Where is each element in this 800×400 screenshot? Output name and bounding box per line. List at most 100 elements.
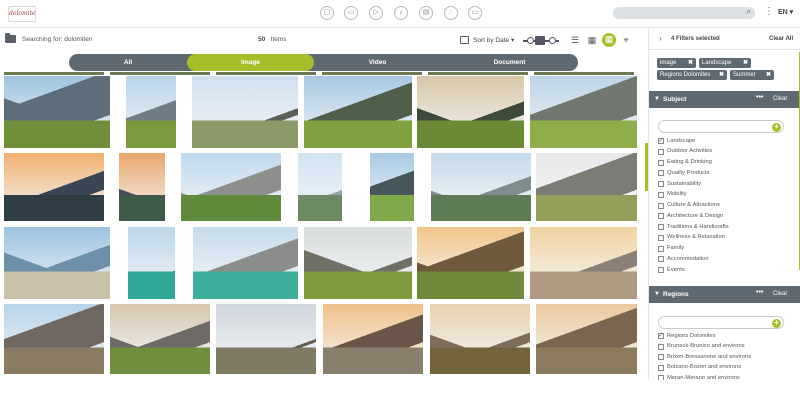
image-thumbnail[interactable] xyxy=(530,227,637,299)
subject-section-header[interactable]: ▼ Subject ••• Clear xyxy=(649,91,800,108)
option-label: Eating & Drinking xyxy=(667,159,712,165)
calendar-icon[interactable] xyxy=(460,36,469,44)
filter-chip-regions-dolomites[interactable]: Regions Dolomites ✖ xyxy=(657,70,727,80)
option-label: Brixen-Bressanone and environs xyxy=(667,353,752,360)
checkbox[interactable] xyxy=(658,354,664,360)
video-icon[interactable]: ▷ xyxy=(369,6,383,20)
brand-logo[interactable]: dolomiten xyxy=(8,6,36,22)
checkbox[interactable] xyxy=(658,159,664,166)
audio-icon[interactable]: ♪ xyxy=(394,6,408,20)
checkbox[interactable] xyxy=(658,343,664,350)
tab-all[interactable]: All xyxy=(69,54,187,71)
app-window: dolomiten ▢ ▭ ▷ ♪ ▤ ◌ ▭ ⌕ ⋮ EN ▾ Searchi… xyxy=(0,0,800,380)
tab-video[interactable]: Video xyxy=(314,54,441,71)
checkbox[interactable] xyxy=(658,202,664,209)
regions-section-header[interactable]: ▼ Regions ••• Clear xyxy=(649,286,800,303)
regions-search-input[interactable]: + xyxy=(658,316,784,329)
mosaic-view-icon[interactable]: ▦ xyxy=(602,33,616,47)
image-thumbnail[interactable] xyxy=(536,304,637,374)
folder-icon[interactable]: ▭ xyxy=(468,6,482,20)
image-thumbnail[interactable] xyxy=(192,76,298,148)
collapse-panel-icon[interactable]: › xyxy=(659,34,662,43)
filter-panel: › 4 Filters selected Clear All image ✖ La… xyxy=(648,28,800,380)
image-thumbnail[interactable] xyxy=(530,76,637,148)
checkbox[interactable] xyxy=(658,234,664,241)
image-thumbnail[interactable] xyxy=(430,304,530,374)
search-icon[interactable]: ⌕ xyxy=(746,6,751,17)
image-thumbnail[interactable] xyxy=(417,76,524,148)
clear-all-button[interactable]: Clear All xyxy=(769,36,793,42)
image-thumbnail[interactable] xyxy=(216,304,316,374)
checkbox[interactable] xyxy=(658,245,664,252)
thumbnail-size-slider[interactable] xyxy=(523,36,559,45)
home-icon[interactable]: ▢ xyxy=(320,6,334,20)
image-thumbnail[interactable] xyxy=(417,227,524,299)
option-label: Architecture & Design xyxy=(667,212,724,219)
global-search-input[interactable]: ⌕ xyxy=(613,6,755,19)
add-icon[interactable]: + xyxy=(772,122,781,132)
image-thumbnail[interactable] xyxy=(431,153,531,221)
option-label: Culture & Attractions xyxy=(667,202,720,208)
checkbox[interactable] xyxy=(658,364,664,371)
checkbox[interactable] xyxy=(658,191,664,198)
option-label: Wellness & Relaxation xyxy=(667,234,725,241)
option-label: Quality Products xyxy=(667,169,710,176)
checkbox[interactable] xyxy=(658,267,664,273)
filter-panel-header: › 4 Filters selected Clear All xyxy=(649,28,800,50)
more-options-icon[interactable]: ••• xyxy=(756,94,763,101)
image-thumbnail[interactable] xyxy=(4,153,104,221)
image-thumbnail[interactable] xyxy=(119,153,165,221)
image-thumbnail[interactable] xyxy=(298,153,342,221)
image-thumbnail[interactable] xyxy=(4,304,104,374)
checkbox[interactable] xyxy=(658,332,664,339)
option-label: Family xyxy=(667,245,685,251)
option-label: Outdoor Activities xyxy=(667,148,713,155)
subject-clear-button[interactable]: Clear xyxy=(773,96,787,102)
media-type-tabs: All Image Video Document xyxy=(69,54,578,71)
document-icon[interactable]: ▤ xyxy=(419,6,433,20)
filter-chip-landscape[interactable]: Landscape ✖ xyxy=(699,58,751,68)
image-thumbnail[interactable] xyxy=(370,153,414,221)
checkbox[interactable] xyxy=(658,213,664,220)
filter-chip-image[interactable]: image ✖ xyxy=(657,58,696,68)
checkbox[interactable] xyxy=(658,181,664,187)
option-label: Events xyxy=(667,266,685,273)
language-selector[interactable]: EN ▾ xyxy=(778,8,793,16)
chat-icon[interactable]: ◌ xyxy=(444,6,458,20)
checkbox[interactable] xyxy=(658,224,664,230)
map-pin-icon[interactable]: ⌖ xyxy=(620,34,632,46)
subject-search-input[interactable]: + xyxy=(658,120,784,133)
tab-document[interactable]: Document xyxy=(441,54,578,71)
checkbox[interactable] xyxy=(658,148,664,155)
add-icon[interactable]: + xyxy=(772,318,781,328)
more-vertical-icon[interactable]: ⋮ xyxy=(764,6,774,17)
results-header: Searching for: dolomiten 50 Items Sort b… xyxy=(0,28,648,52)
image-thumbnail[interactable] xyxy=(536,153,637,221)
image-thumbnail[interactable] xyxy=(193,227,298,299)
more-options-icon[interactable]: ••• xyxy=(756,289,763,296)
checkbox[interactable] xyxy=(658,170,664,177)
image-thumbnail[interactable] xyxy=(4,227,110,299)
tab-image[interactable]: Image xyxy=(187,54,314,71)
option-label: Mobility xyxy=(667,191,687,198)
grid-view-icon[interactable]: ▦ xyxy=(586,34,598,46)
list-view-icon[interactable]: ☰ xyxy=(569,34,581,46)
image-thumbnail[interactable] xyxy=(110,304,210,374)
image-thumbnail[interactable] xyxy=(128,227,175,299)
option-label: Traditions & Handicrafts xyxy=(667,223,729,230)
sort-dropdown[interactable]: Sort by Date ▾ xyxy=(473,36,514,44)
regions-clear-button[interactable]: Clear xyxy=(773,291,787,297)
image-icon[interactable]: ▭ xyxy=(344,6,358,20)
image-grid xyxy=(0,72,646,380)
option-label: Bruneck-Brunico and environs xyxy=(667,343,745,349)
search-query-label: Searching for: dolomiten xyxy=(22,36,93,43)
checkbox[interactable] xyxy=(658,256,664,263)
image-thumbnail[interactable] xyxy=(304,76,412,148)
checkbox[interactable] xyxy=(658,137,664,144)
image-thumbnail[interactable] xyxy=(4,76,110,148)
image-thumbnail[interactable] xyxy=(181,153,281,221)
image-thumbnail[interactable] xyxy=(126,76,176,148)
image-thumbnail[interactable] xyxy=(304,227,412,299)
filter-chip-summer[interactable]: Summer ✖ xyxy=(730,70,774,80)
image-thumbnail[interactable] xyxy=(323,304,423,374)
